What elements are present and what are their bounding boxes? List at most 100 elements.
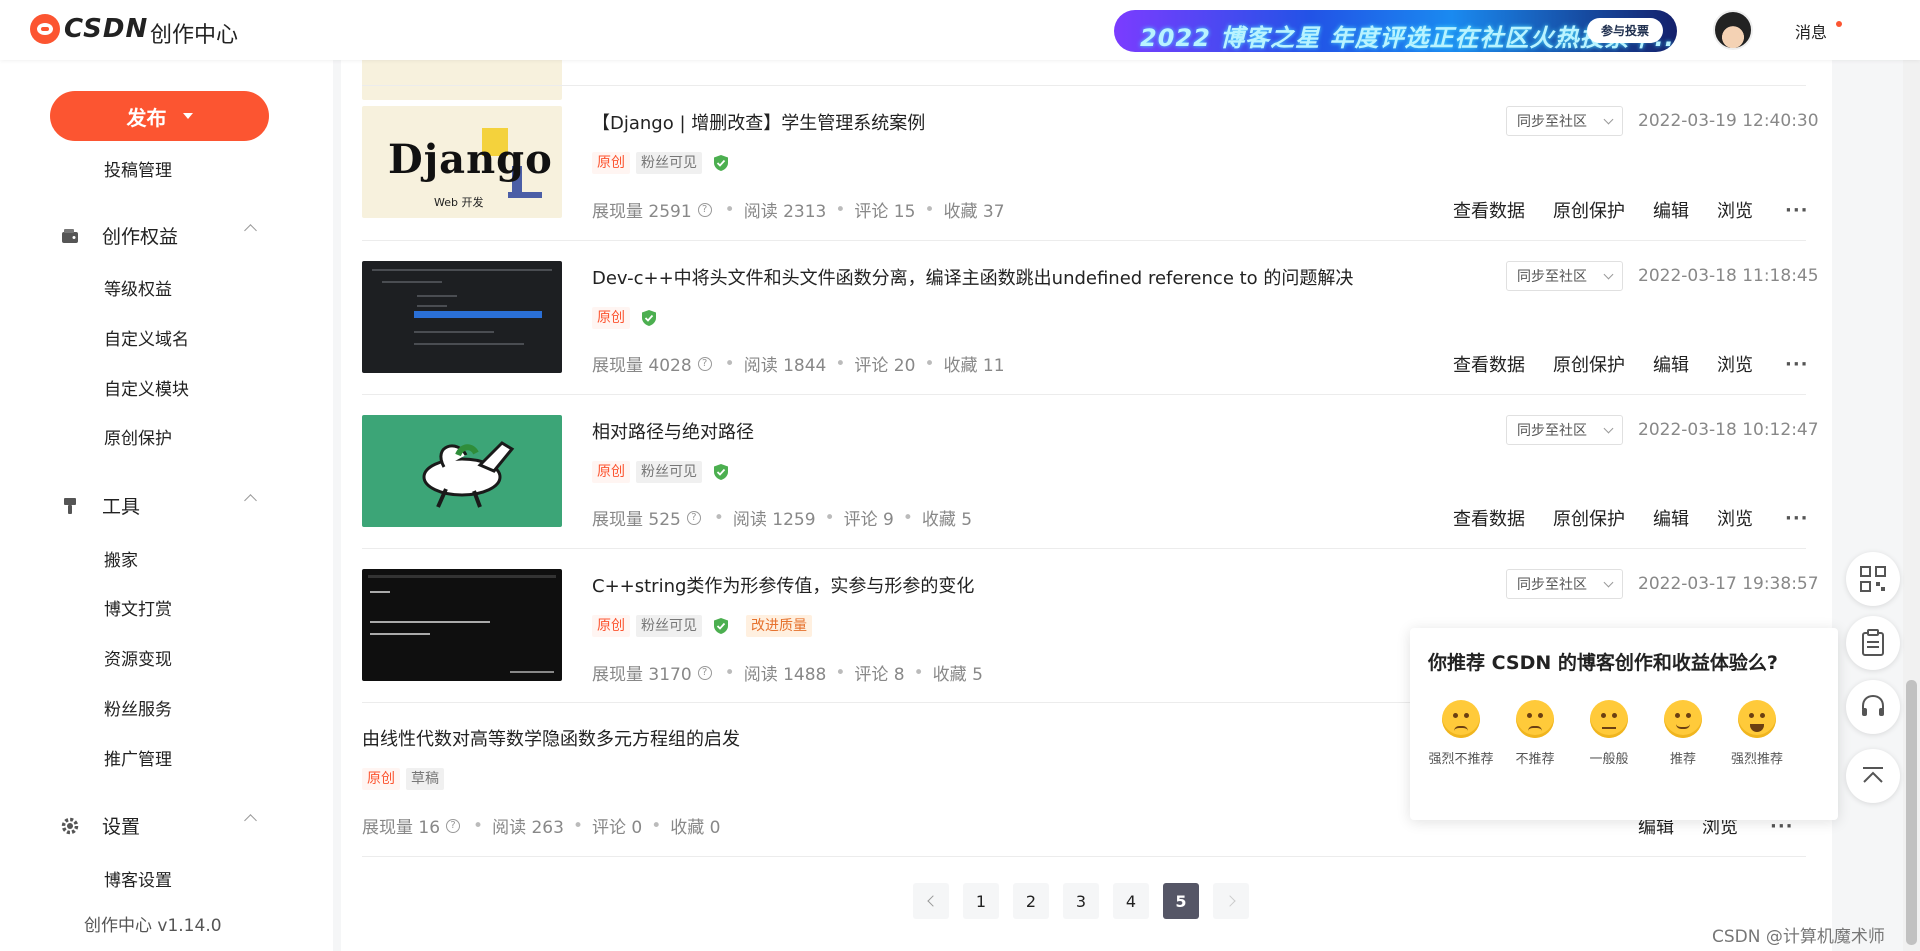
- browse-link[interactable]: 浏览: [1717, 197, 1753, 223]
- fans-visible-tag: 粉丝可见: [636, 615, 702, 637]
- sync-to-community-select[interactable]: 同步至社区: [1506, 261, 1623, 291]
- sync-label: 同步至社区: [1517, 423, 1587, 439]
- sidebar-item-reward[interactable]: 博文打赏: [104, 595, 172, 620]
- csdn-logo[interactable]: CSDN: [30, 14, 148, 44]
- publish-button[interactable]: 发布: [50, 91, 269, 141]
- more-icon[interactable]: ···: [1785, 354, 1809, 375]
- article-thumbnail[interactable]: [362, 415, 562, 527]
- sidebar-item-fans[interactable]: 粉丝服务: [104, 695, 172, 720]
- chevron-up-icon[interactable]: [244, 814, 257, 827]
- option-recommend[interactable]: 推荐: [1646, 700, 1720, 767]
- row-actions: 查看数据 原创保护 编辑 浏览 ···: [1453, 351, 1809, 377]
- vote-button[interactable]: 参与投票: [1586, 18, 1663, 43]
- view-data-link[interactable]: 查看数据: [1453, 197, 1525, 223]
- favorites-stat: 收藏 37: [943, 202, 1005, 222]
- thumb-shape: [372, 269, 552, 271]
- article-title[interactable]: Dev-c++中将头文件和头文件函数分离，编译主函数跳出undefined re…: [592, 264, 1353, 290]
- edit-link[interactable]: 编辑: [1653, 197, 1689, 223]
- reads-stat: 阅读 1844: [743, 356, 827, 376]
- article-thumbnail[interactable]: [362, 569, 562, 681]
- sidebar-item-move[interactable]: 搬家: [104, 546, 138, 571]
- chevron-down-icon: [1603, 114, 1614, 125]
- help-icon[interactable]: ?: [686, 510, 701, 525]
- thumb-shape: [368, 575, 556, 578]
- page-5-button[interactable]: 5: [1163, 883, 1199, 919]
- article-thumbnail[interactable]: [362, 60, 562, 100]
- top-header: CSDN 创作中心 2022 博客之星 年度评选正在社区火热投票中...... …: [0, 0, 1920, 60]
- sidebar-item-monetize[interactable]: 资源变现: [104, 645, 172, 670]
- sync-to-community-select[interactable]: 同步至社区: [1506, 415, 1623, 445]
- page-3-button[interactable]: 3: [1063, 883, 1099, 919]
- article-thumbnail[interactable]: [362, 261, 562, 373]
- option-strongly-not-recommend[interactable]: 强烈不推荐: [1424, 700, 1498, 767]
- user-avatar[interactable]: [1713, 10, 1753, 50]
- more-icon[interactable]: ···: [1785, 200, 1809, 221]
- article-thumbnail[interactable]: Django Web 开发: [362, 106, 562, 218]
- page-2-button[interactable]: 2: [1013, 883, 1049, 919]
- sidebar-item-blog-settings[interactable]: 博客设置: [104, 866, 172, 891]
- option-strongly-recommend[interactable]: 强烈推荐: [1720, 700, 1794, 767]
- headset-icon: [1862, 694, 1884, 716]
- article-title[interactable]: 【Django | 增删改查】学生管理系统案例: [592, 109, 925, 135]
- row-divider: [362, 394, 1806, 395]
- original-protect-link[interactable]: 原创保护: [1553, 351, 1625, 377]
- help-icon[interactable]: ?: [697, 356, 712, 371]
- next-page-button[interactable]: [1213, 883, 1249, 919]
- caret-down-icon[interactable]: [182, 113, 193, 119]
- prev-page-button[interactable]: [913, 883, 949, 919]
- option-neutral[interactable]: 一般般: [1572, 700, 1646, 767]
- sync-to-community-select[interactable]: 同步至社区: [1506, 569, 1623, 599]
- thumb-shape: [417, 305, 447, 307]
- messages-link[interactable]: 消息: [1795, 19, 1827, 43]
- unicorn-illustration: [422, 441, 515, 508]
- reads-stat: 阅读 2313: [743, 202, 827, 222]
- sidebar-item-submission[interactable]: 投稿管理: [104, 156, 172, 181]
- csdn-watermark: CSDN @计算机魔术师: [1712, 927, 1885, 947]
- edit-link[interactable]: 编辑: [1653, 351, 1689, 377]
- scrollbar-thumb[interactable]: [1906, 680, 1917, 945]
- sidebar-item-promote[interactable]: 推广管理: [104, 745, 172, 770]
- browse-link[interactable]: 浏览: [1717, 351, 1753, 377]
- view-data-link[interactable]: 查看数据: [1453, 505, 1525, 531]
- customer-service-button[interactable]: [1846, 680, 1900, 734]
- sidebar-section-rights[interactable]: 创作权益: [60, 222, 257, 249]
- edit-link[interactable]: 编辑: [1653, 505, 1689, 531]
- article-title[interactable]: 由线性代数对高等数学隐函数多元方程组的启发: [362, 725, 740, 751]
- sidebar-section-settings[interactable]: 设置: [60, 812, 257, 839]
- more-icon[interactable]: ···: [1785, 508, 1809, 529]
- back-to-top-button[interactable]: [1846, 749, 1900, 803]
- sidebar-section-label: 设置: [102, 816, 141, 838]
- view-data-link[interactable]: 查看数据: [1453, 351, 1525, 377]
- task-button[interactable]: [1846, 616, 1900, 670]
- chevron-up-icon[interactable]: [244, 224, 257, 237]
- page-4-button[interactable]: 4: [1113, 883, 1149, 919]
- original-protect-link[interactable]: 原创保护: [1553, 505, 1625, 531]
- article-title[interactable]: 相对路径与绝对路径: [592, 418, 754, 444]
- thumb-shape: [414, 311, 542, 318]
- article-stats: 展现量 525? • 阅读 1259 • 评论 9 • 收藏 5: [592, 505, 973, 531]
- sidebar-item-protect[interactable]: 原创保护: [104, 424, 172, 449]
- page-1-button[interactable]: 1: [963, 883, 999, 919]
- sidebar-item-domain[interactable]: 自定义域名: [104, 325, 189, 350]
- help-icon[interactable]: ?: [697, 665, 712, 680]
- option-not-recommend[interactable]: 不推荐: [1498, 700, 1572, 767]
- sync-label: 同步至社区: [1517, 577, 1587, 593]
- sidebar-item-level[interactable]: 等级权益: [104, 275, 172, 300]
- creator-center-title[interactable]: 创作中心: [150, 17, 238, 49]
- browse-link[interactable]: 浏览: [1717, 505, 1753, 531]
- favorites-stat: 收藏 5: [921, 510, 973, 530]
- sync-to-community-select[interactable]: 同步至社区: [1506, 106, 1623, 136]
- article-title[interactable]: C++string类作为形参传值，实参与形参的变化: [592, 572, 974, 598]
- qrcode-button[interactable]: [1846, 552, 1900, 606]
- improve-quality-tag[interactable]: 改进质量: [746, 615, 812, 637]
- row-divider: [362, 548, 1806, 549]
- help-icon[interactable]: ?: [446, 818, 461, 833]
- blog-star-banner[interactable]: 2022 博客之星 年度评选正在社区火热投票中...... 参与投票: [1114, 10, 1677, 52]
- impressions-stat: 展现量 525: [592, 510, 681, 530]
- sidebar-section-tools[interactable]: 工具: [60, 492, 257, 519]
- original-protect-link[interactable]: 原创保护: [1553, 197, 1625, 223]
- help-icon[interactable]: ?: [697, 202, 712, 217]
- option-label: 强烈推荐: [1730, 752, 1783, 767]
- sidebar-item-module[interactable]: 自定义模块: [104, 375, 189, 400]
- chevron-up-icon[interactable]: [244, 494, 257, 507]
